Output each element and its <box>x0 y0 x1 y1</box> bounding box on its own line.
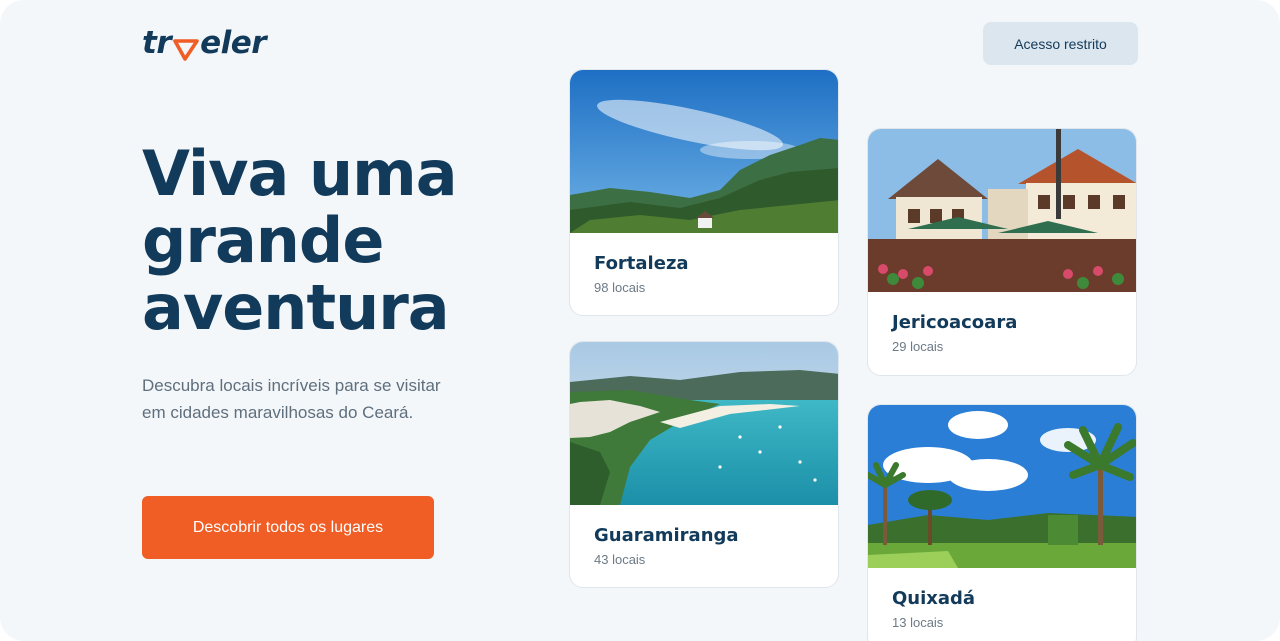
hero-title: Viva uma grande aventura <box>142 140 522 341</box>
discover-all-places-button[interactable]: Descobrir todos os lugares <box>142 496 434 559</box>
city-card-quixada[interactable]: Quixadá 13 locais <box>867 404 1137 641</box>
places-count: 98 locais <box>594 280 646 295</box>
logo-triangle-icon <box>173 33 199 61</box>
city-card-guaramiranga[interactable]: Guaramiranga 43 locais <box>569 341 839 588</box>
places-count: 43 locais <box>594 552 646 567</box>
card-body: Jericoacoara 29 locais <box>868 292 1136 354</box>
card-body: Quixadá 13 locais <box>868 568 1136 630</box>
mountain-sea-photo <box>570 70 838 233</box>
city-name: Guaramiranga <box>594 525 739 546</box>
logo-text-end: eler <box>200 25 267 61</box>
hero-title-line-3: aventura <box>142 271 450 344</box>
places-count: 13 locais <box>892 615 944 630</box>
places-count: 29 locais <box>892 339 944 354</box>
hero-subtitle: Descubra locais incríveis para se visita… <box>142 376 441 422</box>
city-card-jericoacoara[interactable]: Jericoacoara 29 locais <box>867 128 1137 376</box>
city-name: Fortaleza <box>594 253 689 274</box>
card-body: Fortaleza 98 locais <box>570 233 838 295</box>
traveler-logo[interactable]: tr eler <box>142 22 267 64</box>
city-name: Quixadá <box>892 588 976 609</box>
logo-text-start: tr <box>142 25 172 61</box>
restricted-access-button[interactable]: Acesso restrito <box>983 22 1138 65</box>
village-houses-photo <box>868 129 1136 292</box>
palm-garden-photo <box>868 405 1136 568</box>
card-body: Guaramiranga 43 locais <box>570 505 838 567</box>
coastal-bay-photo <box>570 342 838 505</box>
hero-title-line-1: Viva uma <box>142 137 458 210</box>
hero-title-line-2: grande <box>142 204 384 277</box>
city-name: Jericoacoara <box>892 312 1018 333</box>
city-card-fortaleza[interactable]: Fortaleza 98 locais <box>569 69 839 316</box>
page: tr eler Acesso restrito Viva uma grande … <box>0 0 1280 641</box>
